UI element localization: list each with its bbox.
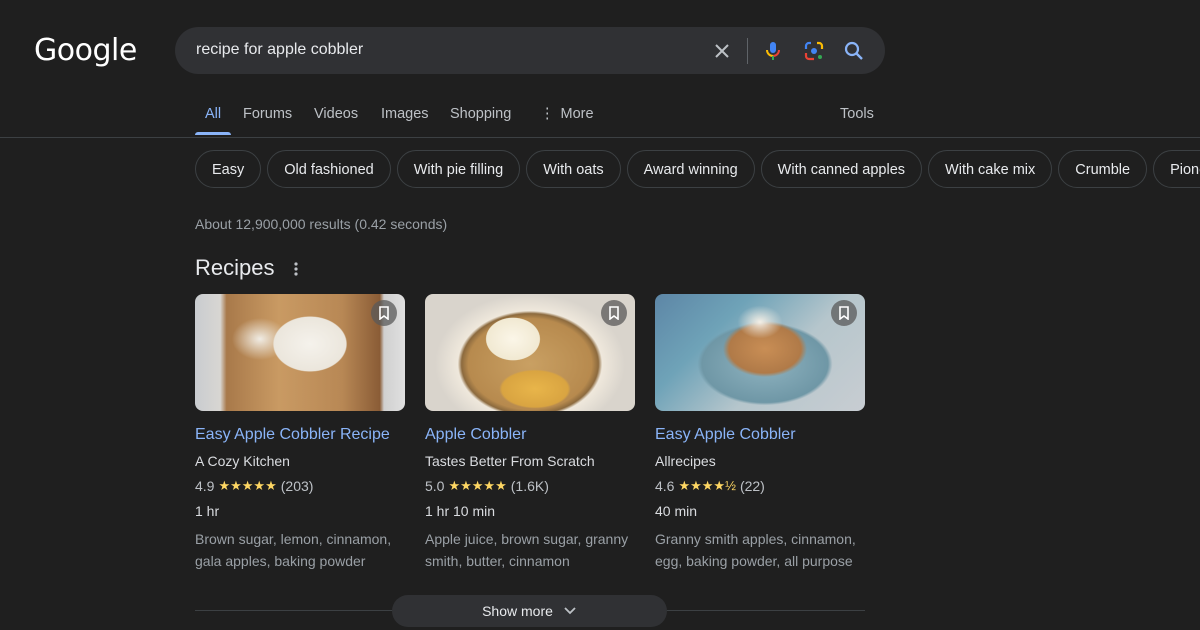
search-tabs: All Forums Videos Images Shopping ⋮ More …	[0, 96, 1200, 137]
recipe-time: 1 hr 10 min	[425, 503, 496, 519]
recipe-image[interactable]	[655, 294, 865, 411]
more-options-icon[interactable]	[289, 259, 303, 279]
recipe-ingredients: Granny smith apples, cinnamon, egg, baki…	[655, 531, 856, 569]
search-input[interactable]: recipe for apple cobbler	[196, 41, 363, 59]
chip[interactable]: With pie filling	[396, 150, 521, 188]
active-tab-indicator	[195, 132, 231, 135]
recipe-rating: 5.0 ★★★★★ (1.6K)	[425, 478, 635, 494]
tabs-divider	[0, 137, 1200, 138]
star-rating-icon: ★★★★★	[448, 478, 507, 493]
recipe-title-link[interactable]: Easy Apple Cobbler	[655, 426, 865, 444]
chip[interactable]: With oats	[526, 150, 621, 188]
recipe-time: 40 min	[655, 503, 698, 519]
microphone-icon[interactable]	[761, 39, 785, 63]
bookmark-icon[interactable]	[371, 300, 397, 326]
recipe-image[interactable]	[425, 294, 635, 411]
tab-shopping[interactable]: Shopping	[450, 106, 511, 122]
recipe-time: 1 hr	[195, 503, 220, 519]
chevron-down-icon	[563, 603, 577, 619]
bookmark-icon[interactable]	[831, 300, 857, 326]
review-count: (22)	[739, 478, 765, 494]
recipe-card[interactable]: Easy Apple Cobbler Allrecipes 4.6 ★★★★½ …	[655, 294, 865, 572]
tab-more[interactable]: ⋮ More	[540, 106, 594, 122]
recipe-ingredients: Brown sugar, lemon, cinnamon, gala apple…	[195, 531, 392, 569]
show-more-button[interactable]: Show more	[392, 595, 667, 627]
recipe-title-link[interactable]: Easy Apple Cobbler Recipe	[195, 426, 405, 444]
bookmark-icon[interactable]	[601, 300, 627, 326]
chip[interactable]: Pioneer woman	[1153, 150, 1200, 188]
tools-button[interactable]: Tools	[840, 106, 874, 122]
review-count: (203)	[280, 478, 314, 494]
rating-value: 5.0	[425, 478, 445, 494]
tab-all[interactable]: All	[205, 106, 221, 122]
chip[interactable]: Old fashioned	[267, 150, 391, 188]
chip[interactable]: Easy	[195, 150, 262, 188]
tab-videos[interactable]: Videos	[314, 106, 358, 122]
recipe-image[interactable]	[195, 294, 405, 411]
tab-more-label: More	[560, 106, 594, 122]
star-rating-icon: ★★★★★	[218, 478, 277, 493]
recipe-rating: 4.6 ★★★★½ (22)	[655, 478, 865, 494]
show-more-label: Show more	[482, 603, 553, 619]
more-vert-icon: ⋮	[540, 106, 555, 122]
refinement-chips: Easy Old fashioned With pie filling With oa…	[195, 150, 1200, 190]
search-icon[interactable]	[842, 39, 866, 63]
review-count: (1.6K)	[510, 478, 549, 494]
chip[interactable]: With cake mix	[928, 150, 1053, 188]
search-box[interactable]: recipe for apple cobbler	[175, 27, 885, 74]
recipe-ingredients: Apple juice, brown sugar, granny smith, …	[425, 531, 629, 569]
recipe-title-link[interactable]: Apple Cobbler	[425, 426, 635, 444]
google-lens-icon[interactable]	[802, 39, 826, 63]
tab-forums[interactable]: Forums	[243, 106, 292, 122]
recipe-card[interactable]: Easy Apple Cobbler Recipe A Cozy Kitchen…	[195, 294, 405, 572]
recipe-card[interactable]: Apple Cobbler Tastes Better From Scratch…	[425, 294, 635, 572]
tab-images[interactable]: Images	[381, 106, 429, 122]
clear-icon[interactable]	[710, 39, 734, 63]
chip[interactable]: With canned apples	[760, 150, 923, 188]
chip[interactable]: Award winning	[626, 150, 755, 188]
google-logo[interactable]: Google	[34, 33, 137, 68]
recipe-source: Allrecipes	[655, 453, 716, 469]
recipe-source: Tastes Better From Scratch	[425, 453, 595, 469]
chip[interactable]: Crumble	[1058, 150, 1148, 188]
result-stats: About 12,900,000 results (0.42 seconds)	[195, 216, 448, 232]
rating-value: 4.6	[655, 478, 675, 494]
recipe-rating: 4.9 ★★★★★ (203)	[195, 478, 405, 494]
search-divider	[747, 38, 748, 64]
recipe-source: A Cozy Kitchen	[195, 453, 290, 469]
recipes-heading: Recipes	[195, 255, 275, 280]
rating-value: 4.9	[195, 478, 215, 494]
star-rating-icon: ★★★★½	[678, 478, 736, 493]
